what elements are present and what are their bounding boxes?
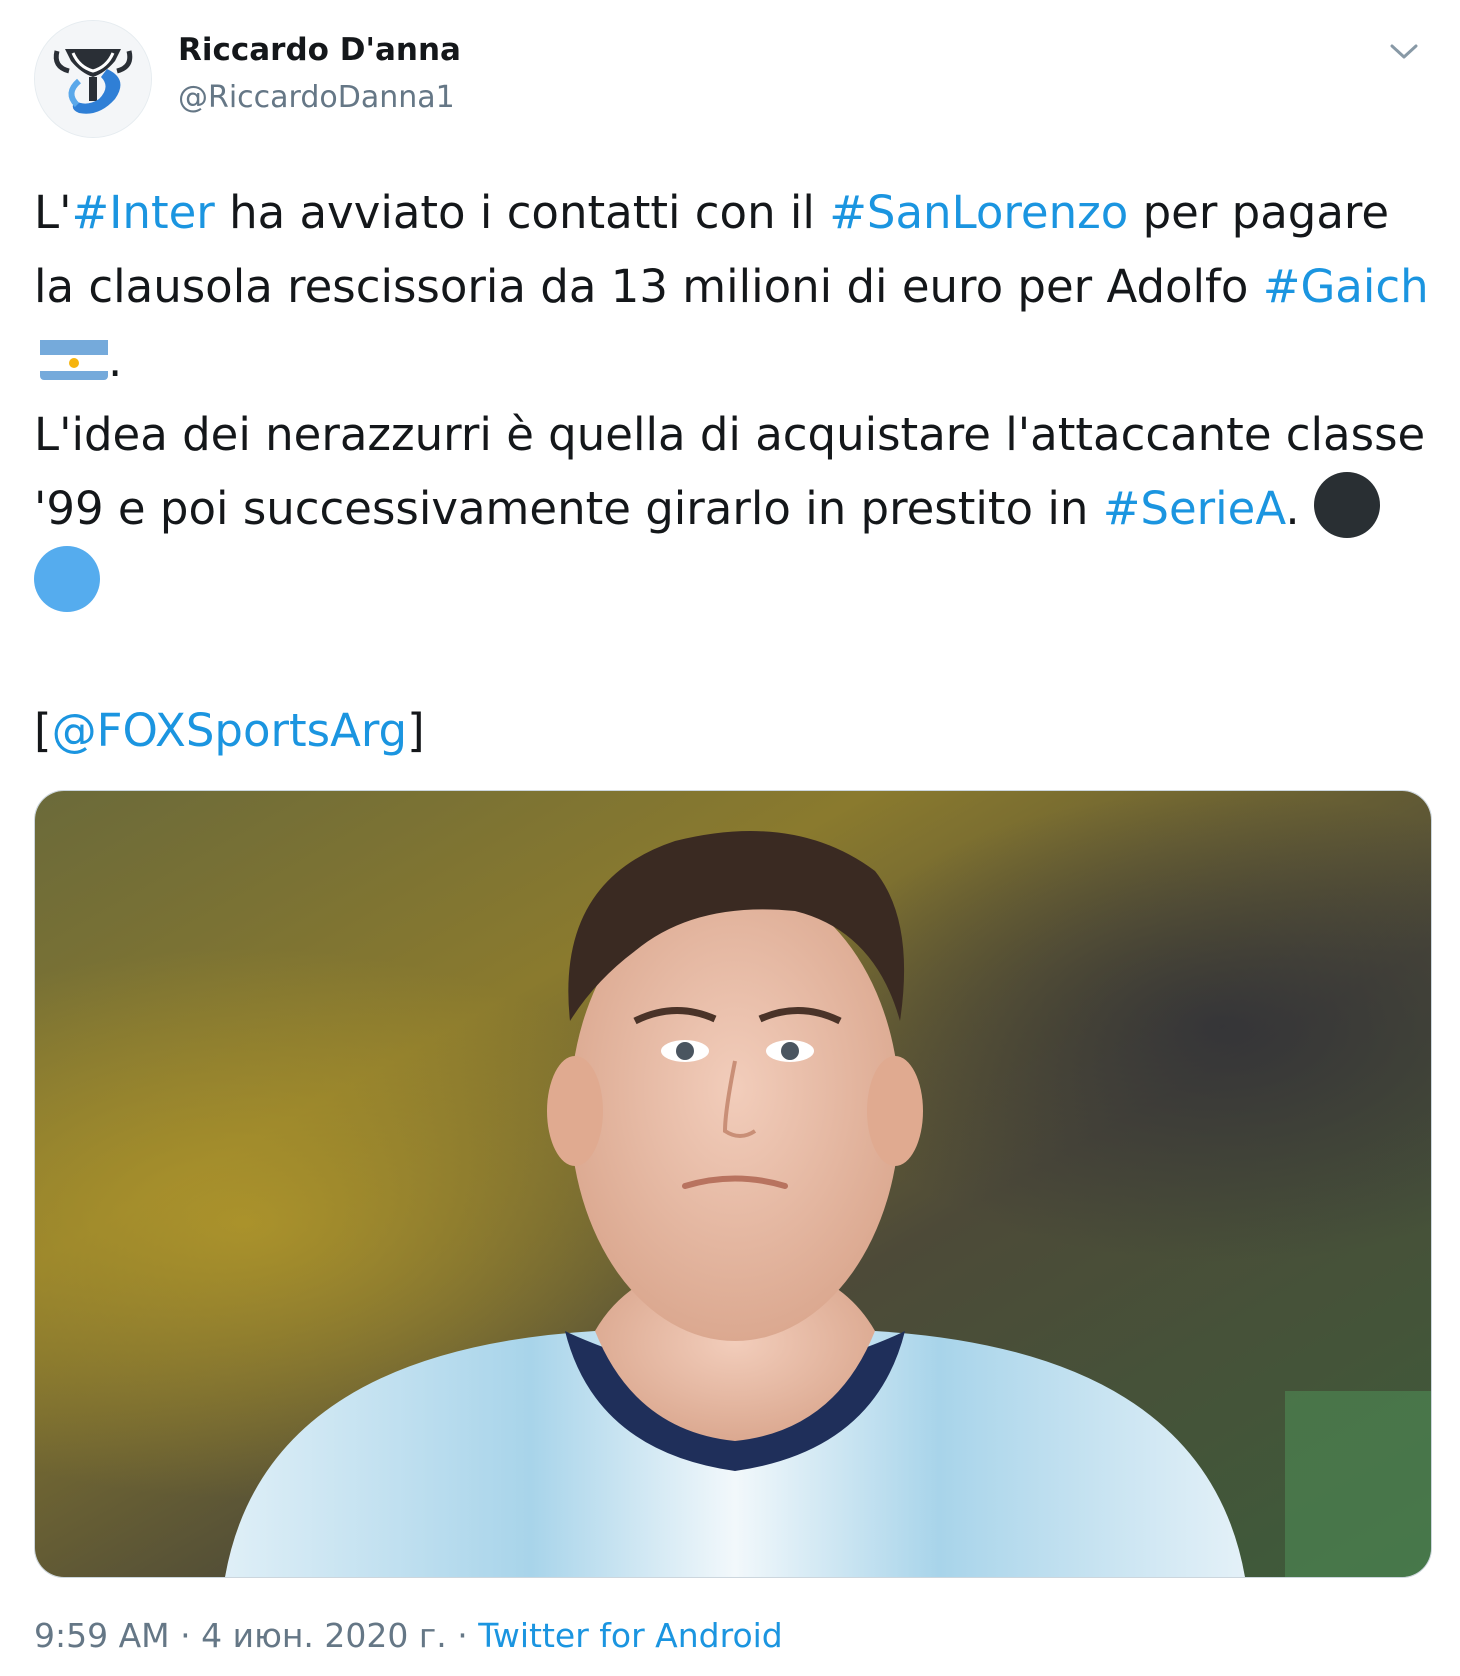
- avatar[interactable]: [34, 20, 152, 138]
- user-name[interactable]: Riccardo D'anna: [178, 32, 461, 68]
- chevron-down-icon[interactable]: [1382, 30, 1426, 74]
- mention-foxsportsarg[interactable]: @FOXSportsArg: [52, 704, 408, 757]
- bracket-open: [: [34, 704, 52, 757]
- hashtag-sanlorenzo[interactable]: #SanLorenzo: [829, 186, 1128, 239]
- meta-separator: ·: [169, 1616, 202, 1655]
- hashtag-gaich[interactable]: #Gaich: [1263, 260, 1429, 313]
- tweet-date[interactable]: 4 июн. 2020 г.: [201, 1616, 447, 1655]
- blue-circle-icon: [34, 546, 100, 612]
- tweet-paragraph-2: L'idea dei nerazzurri è quella di acquis…: [34, 398, 1434, 620]
- tweet-source-link[interactable]: Twitter for Android: [478, 1616, 783, 1655]
- tweet-photo[interactable]: [34, 790, 1432, 1578]
- tweet-paragraph-1: L'#Inter ha avviato i contatti con il #S…: [34, 176, 1434, 398]
- tweet-time[interactable]: 9:59 AM: [34, 1616, 170, 1655]
- hashtag-inter[interactable]: #Inter: [71, 186, 214, 239]
- user-handle[interactable]: @RiccardoDanna1: [178, 80, 455, 115]
- tweet-meta: 9:59 AM · 4 июн. 2020 г. · Twitter for A…: [34, 1616, 783, 1655]
- text-segment: L': [34, 186, 72, 239]
- text-segment: .: [108, 334, 123, 387]
- hashtag-seriea[interactable]: #SerieA: [1103, 482, 1286, 535]
- bracket-close: ]: [407, 704, 425, 757]
- text-segment: .: [1285, 482, 1314, 535]
- tweet-header: Riccardo D'anna @RiccardoDanna1: [34, 20, 1426, 140]
- black-circle-icon: [1313, 472, 1380, 538]
- tweet: Riccardo D'anna @RiccardoDanna1 L'#Inter…: [0, 0, 1460, 1676]
- tweet-text: L'#Inter ha avviato i contatti con il #S…: [34, 176, 1434, 768]
- tweet-paragraph-3: [@FOXSportsArg]: [34, 694, 1434, 768]
- argentina-flag-icon: [40, 334, 108, 380]
- trophy-logo-icon: [35, 21, 151, 137]
- text-segment: ha avviato i contatti con il: [214, 186, 830, 239]
- player-photo-image: [35, 791, 1431, 1577]
- meta-separator: ·: [446, 1616, 479, 1655]
